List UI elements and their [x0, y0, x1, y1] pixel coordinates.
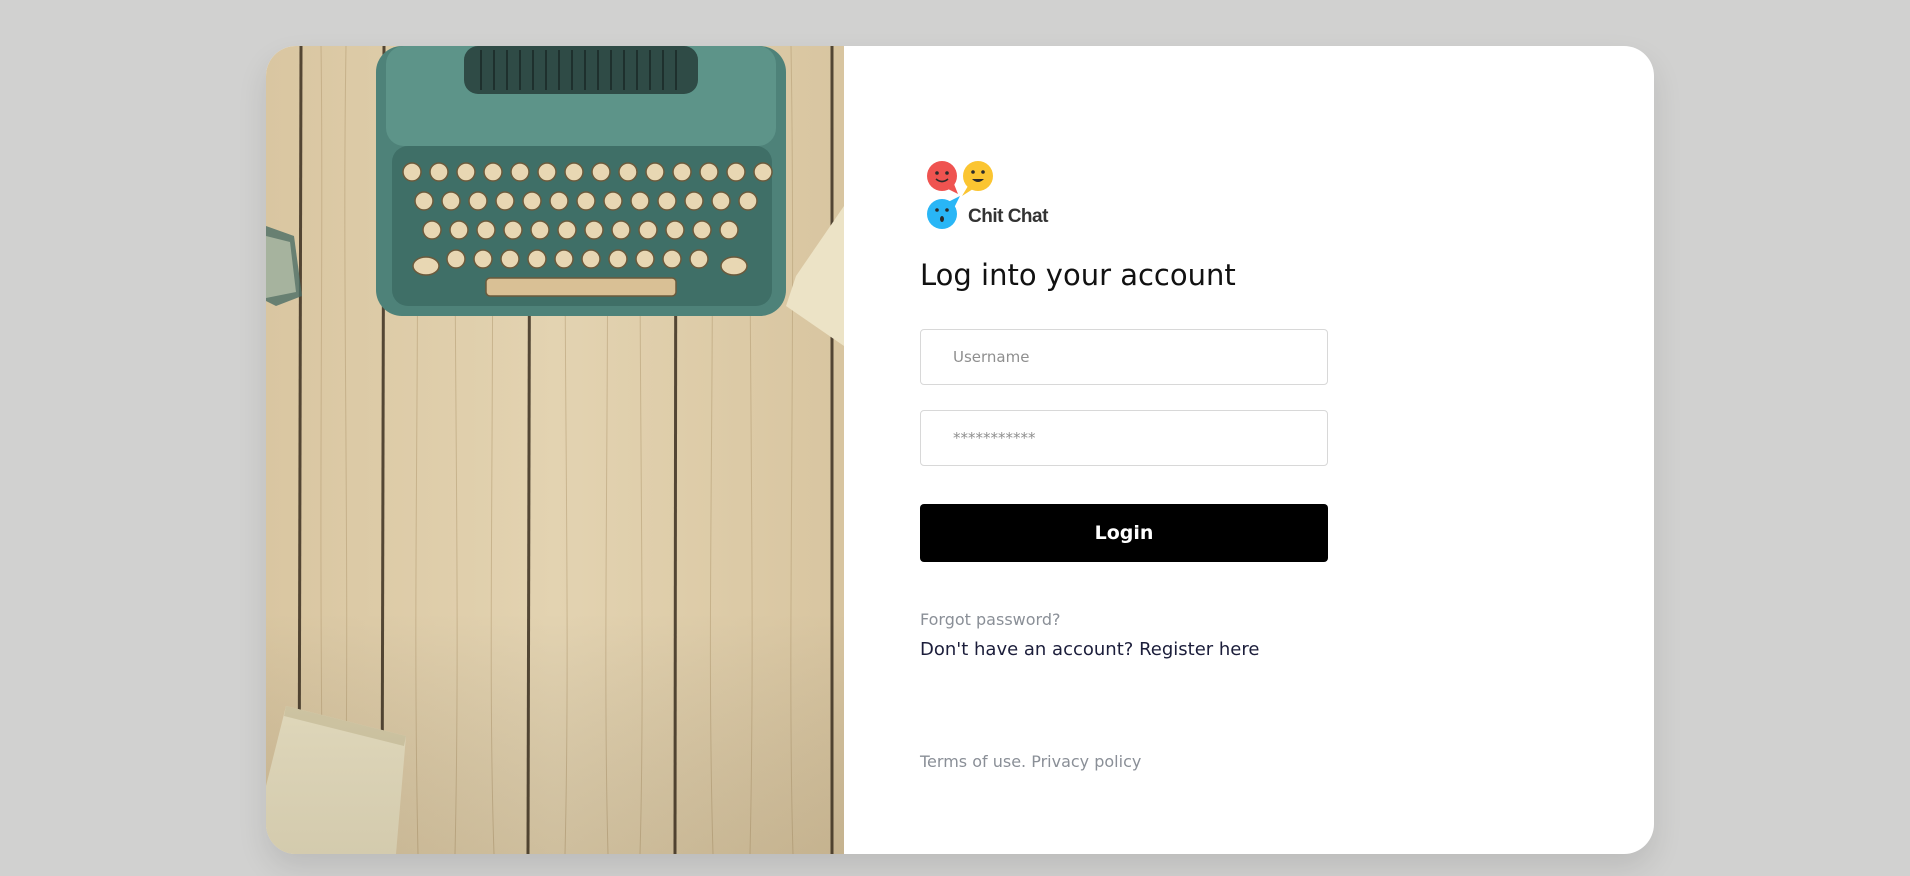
chat-bubbles-icon [927, 161, 993, 229]
register-prompt-text: Don't have an account? [920, 639, 1134, 660]
footer-links: Terms of use. Privacy policy [920, 752, 1141, 771]
page-title: Log into your account [920, 258, 1236, 292]
hero-image [266, 46, 844, 854]
privacy-link[interactable]: Privacy policy [1031, 752, 1141, 771]
login-button[interactable]: Login [920, 504, 1328, 562]
brand-name: Chit Chat [968, 206, 1048, 227]
brand-logo: Chit Chat [926, 160, 1048, 240]
register-prompt: Don't have an account? Register here [920, 639, 1259, 660]
forgot-password-link[interactable]: Forgot password? [920, 610, 1060, 629]
register-link[interactable]: Register here [1139, 639, 1259, 660]
password-input[interactable] [920, 410, 1328, 466]
login-form-panel: Chit Chat Log into your account Login Fo… [844, 46, 1654, 854]
username-input[interactable] [920, 329, 1328, 385]
terms-link[interactable]: Terms of use. [920, 752, 1026, 771]
login-card: Chit Chat Log into your account Login Fo… [266, 46, 1654, 854]
